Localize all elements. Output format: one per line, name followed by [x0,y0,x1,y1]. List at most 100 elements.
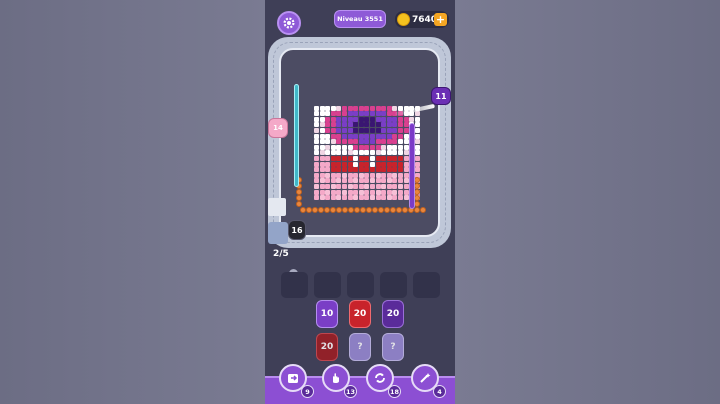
pixel-cell [398,195,403,201]
pixel-cell [319,111,325,117]
pixel-cell [336,156,342,161]
pixel-cell [342,111,347,117]
empty-slot[interactable] [380,272,407,298]
pixel-cell [403,122,409,128]
pixel-cell [358,156,364,161]
pixel-cell [386,167,392,173]
pixel-cell [386,156,392,161]
empty-slot[interactable] [413,272,440,298]
pixel-cell [342,116,347,122]
pixel-cell [342,172,347,178]
pixel-cell [370,150,375,156]
pixel-cell [403,161,409,167]
pixel-cell [375,150,381,156]
pixel-cell [358,167,364,173]
pixel-cell [353,139,359,145]
pixel-cell [381,161,387,167]
pixel-cell [330,172,336,178]
pixel-cell [314,161,319,167]
pixel-cell [342,156,347,161]
pixel-cell [347,161,353,167]
pixel-cell [414,122,420,128]
empty-slot[interactable] [347,272,374,298]
pixel-cell [386,105,392,111]
pixel-cell [336,184,342,189]
pixel-cell [319,128,325,133]
pixel-cell [358,161,364,167]
pixel-cell [342,161,347,167]
pixel-cell [364,189,370,195]
cyan-barrier [294,84,299,187]
box-arrow-icon [288,374,298,383]
pixel-cell [336,128,342,133]
pixel-cell [325,139,331,145]
pixel-cell [314,167,319,173]
pixel-cell [364,156,370,161]
pixel-cell [347,167,353,173]
pixel-cell [353,161,359,167]
pixel-cell [314,144,319,150]
pixel-cell [403,139,409,145]
booster-count: 4 [433,385,446,398]
pixel-cell [386,111,392,117]
pixel-cell [325,116,331,122]
pixel-cell [414,116,420,122]
pixel-cell [347,184,353,189]
pixel-cell [375,189,381,195]
pixel-cell [330,116,336,122]
pixel-cell [319,195,325,201]
pixel-cell [386,150,392,156]
queue-car-purple[interactable]: 10 [316,300,338,328]
pixel-cell [330,161,336,167]
pixel-cell [347,139,353,145]
pixel-cell [330,144,336,150]
pixel-cell [353,184,359,189]
pixel-cell [370,116,375,122]
pixel-cell [330,105,336,111]
pixel-cell [358,133,364,139]
pixel-cell [386,184,392,189]
pixel-cell [330,128,336,133]
pixel-cell [353,122,359,128]
pixel-cell [325,189,331,195]
pixel-cell [358,116,364,122]
pixel-cell [347,150,353,156]
pixel-cell [314,122,319,128]
pixel-cell [336,144,342,150]
pixel-cell [358,105,364,111]
pixel-cell [381,144,387,150]
pixel-cell [325,172,331,178]
pixel-cell [414,128,420,133]
pixel-cell [314,189,319,195]
add-coins-button[interactable]: + [434,13,447,26]
pixel-cell [375,105,381,111]
empty-slot[interactable] [281,272,308,298]
pixel-cell [358,122,364,128]
pixel-cell [381,167,387,173]
pixel-cell [319,122,325,128]
pixel-cell [414,161,420,167]
pixel-cell [375,122,381,128]
pixel-cell [347,116,353,122]
pixel-cell [330,189,336,195]
pixel-cell [392,195,398,201]
pixel-cell [353,111,359,117]
pixel-cell [364,122,370,128]
queue-car-purple[interactable]: 20 [382,300,404,328]
pixel-cell [314,133,319,139]
pixel-cell [381,189,387,195]
pixel-cell [375,128,381,133]
pixel-cell [370,178,375,184]
pixel-cell [347,122,353,128]
pixel-cell [325,195,331,201]
queue-car-red[interactable]: 20 [349,300,371,328]
pixel-cell [375,133,381,139]
pixel-cell [386,128,392,133]
left-background [0,0,265,404]
pixel-cell [398,167,403,173]
empty-slot[interactable] [314,272,341,298]
pixel-cell [403,184,409,189]
pixel-cell [325,184,331,189]
pixel-cell [398,189,403,195]
pixel-cell [319,116,325,122]
